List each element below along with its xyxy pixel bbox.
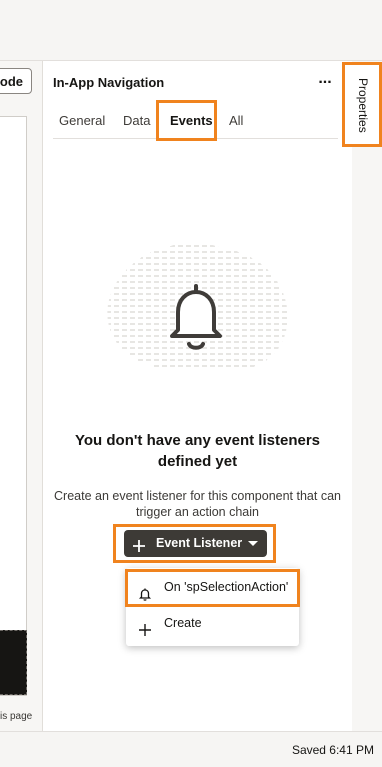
tab-general[interactable]: General (59, 113, 105, 133)
menu-item-label: On 'spSelectionAction' (164, 580, 289, 594)
event-listener-dropdown: On 'spSelectionAction' Create (126, 568, 299, 646)
caret-down-icon[interactable] (248, 541, 258, 546)
event-listener-label: Event Listener (156, 536, 243, 550)
empty-state-description: Create an event listener for this compon… (54, 489, 341, 519)
more-options-icon[interactable]: ... (315, 69, 335, 89)
menu-item-label: Create (164, 616, 202, 630)
property-tabs: General Data Events All (43, 105, 352, 141)
canvas-frame (0, 116, 27, 696)
add-event-listener-button[interactable]: Event Listener (124, 530, 267, 557)
top-toolbar (0, 0, 382, 61)
tab-events[interactable]: Events (168, 113, 215, 141)
bell-icon (170, 284, 222, 350)
tab-data[interactable]: Data (123, 113, 150, 133)
tabs-divider (53, 138, 338, 139)
empty-state-title: You don't have any event listeners defin… (74, 432, 321, 470)
canvas-footer-text: is page (0, 711, 33, 722)
scribble-background (107, 245, 288, 367)
saved-status: Saved 6:41 PM (291, 743, 374, 757)
canvas-component[interactable] (0, 630, 27, 695)
status-bar: Saved 6:41 PM (0, 731, 382, 767)
properties-side-tab-label: Properties (356, 77, 370, 133)
panel-title: In-App Navigation (53, 75, 165, 90)
empty-state-illustration (98, 240, 294, 374)
side-tab-strip (352, 61, 382, 731)
menu-item-create[interactable]: Create (126, 606, 299, 640)
tab-all[interactable]: All (229, 113, 243, 133)
plus-icon (138, 616, 152, 650)
plus-icon (132, 536, 146, 563)
menu-item-on-sp-selection-action[interactable]: On 'spSelectionAction' (126, 570, 299, 604)
code-view-button[interactable]: ode (0, 68, 32, 94)
